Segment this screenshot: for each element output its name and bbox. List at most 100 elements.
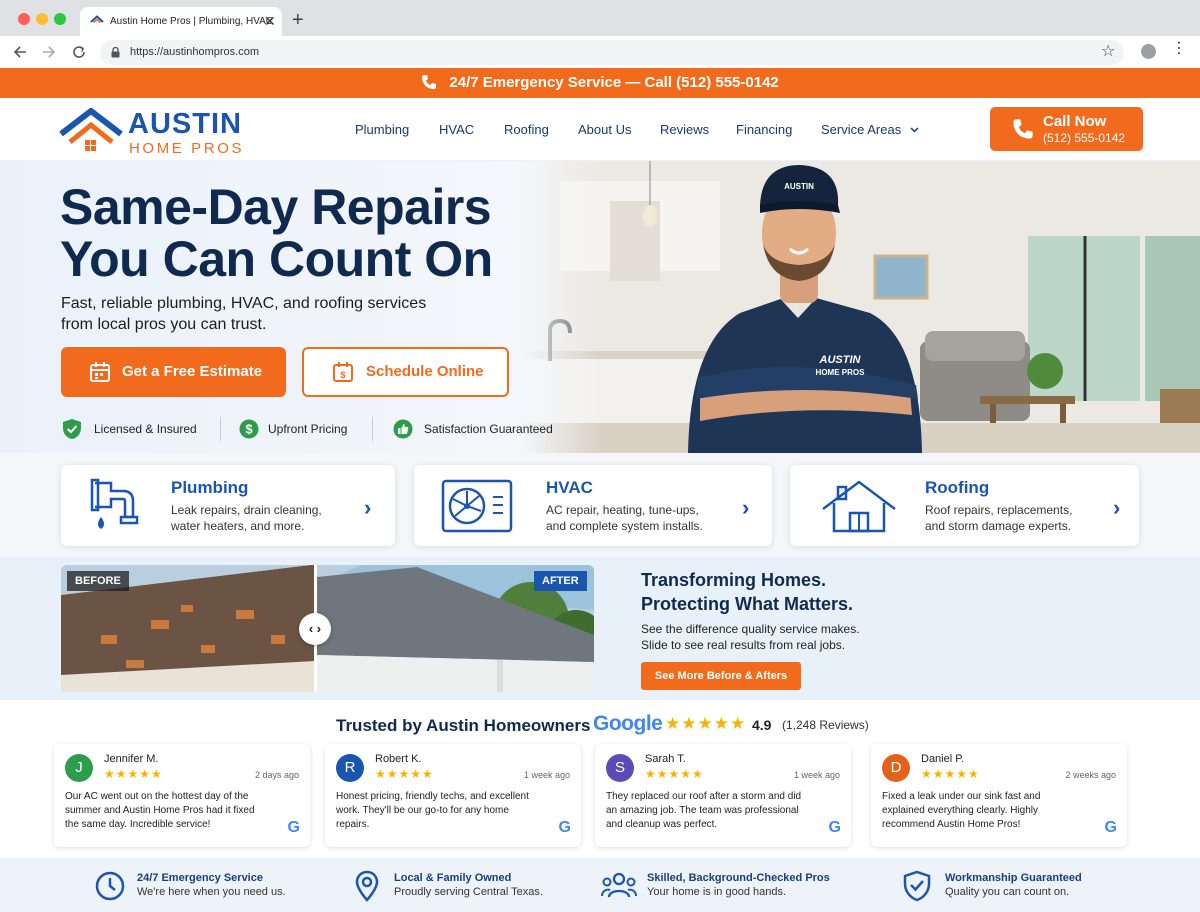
call-now-button[interactable]: Call Now (512) 555-0142 xyxy=(990,107,1143,151)
review-card[interactable]: S Sarah T. ★★★★★ 1 week ago They replace… xyxy=(595,744,851,847)
review-stars: ★★★★★ xyxy=(921,767,980,781)
nav-financing[interactable]: Financing xyxy=(736,122,792,137)
reload-icon[interactable] xyxy=(71,44,87,60)
divider xyxy=(220,417,221,441)
reviewer-name: Jennifer M. xyxy=(104,753,159,765)
close-tab-icon[interactable]: ✕ xyxy=(264,13,276,30)
hero-subtitle: Fast, reliable plumbing, HVAC, and roofi… xyxy=(61,293,426,335)
feature-text: Quality you can count on. xyxy=(945,886,1070,898)
service-desc-roofing: Roof repairs, replacements, and storm dam… xyxy=(925,502,1072,534)
profile-avatar-icon[interactable] xyxy=(1141,44,1156,59)
before-after-text-line-1: See the difference quality service makes… xyxy=(641,622,860,636)
url-field[interactable]: https://austinhompros.com xyxy=(100,40,1124,65)
feature-text: We're here when you need us. xyxy=(137,886,286,898)
hero-title: Same-Day Repairs You Can Count On xyxy=(60,181,493,285)
nav-reviews[interactable]: Reviews xyxy=(660,122,709,137)
before-after-title-line-1: Transforming Homes. xyxy=(641,570,827,590)
review-stars: ★★★★★ xyxy=(375,767,434,781)
cap-logo-text: AUSTIN xyxy=(784,182,814,191)
site-header: AUSTIN HOME PROS Plumbing HVAC Roofing A… xyxy=(0,98,1200,161)
hero-subtitle-line-2: from local pros you can trust. xyxy=(61,316,267,333)
before-label: BEFORE xyxy=(67,571,129,591)
minimize-window-button[interactable] xyxy=(36,13,48,25)
chevron-right-icon: › xyxy=(1113,495,1121,520)
hero-subtitle-line-1: Fast, reliable plumbing, HVAC, and roofi… xyxy=(61,295,427,312)
divider xyxy=(372,417,373,441)
google-g-icon: G xyxy=(1104,819,1117,836)
call-now-label: Call Now xyxy=(1043,113,1107,130)
new-tab-icon[interactable]: + xyxy=(292,9,304,32)
address-bar-row: https://austinhompros.com ☆ ⋯ xyxy=(0,36,1200,68)
feature-local: Local & Family Owned Proudly serving Cent… xyxy=(394,872,543,898)
maximize-window-button[interactable] xyxy=(54,13,66,25)
rating-value: 4.9 xyxy=(752,717,772,733)
before-after-text-line-2: Slide to see real results from real jobs… xyxy=(641,638,846,652)
technician-image: AUSTIN AUSTIN HOME PROS xyxy=(688,165,922,453)
browser-tab[interactable]: Austin Home Pros | Plumbing, HVAC ✕ xyxy=(80,7,282,36)
house-logo-icon xyxy=(59,108,123,151)
feature-title: Skilled, Background-Checked Pros xyxy=(647,872,830,884)
service-card-roofing[interactable]: Roofing Roof repairs, replacements, and s… xyxy=(790,465,1139,546)
service-card-plumbing[interactable]: Plumbing Leak repairs, drain cleaning, wa… xyxy=(61,465,395,546)
slider-handle-icon[interactable]: ‹ › xyxy=(299,613,331,645)
review-text: Fixed a leak under our sink fast and exp… xyxy=(882,791,1041,830)
feature-title: 24/7 Emergency Service xyxy=(137,872,263,884)
svg-text:$: $ xyxy=(340,370,345,380)
reviews-title: Trusted by Austin Homeowners xyxy=(336,716,591,735)
features-strip: 24/7 Emergency Service We're here when yo… xyxy=(0,858,1200,912)
chevron-down-icon xyxy=(910,127,919,133)
hero-title-line-1: Same-Day Repairs xyxy=(60,179,492,235)
shield-check-icon xyxy=(903,870,931,902)
google-g-icon: G xyxy=(287,819,300,836)
browser-menu-icon[interactable]: ⋯ xyxy=(1170,40,1187,56)
avatar: J xyxy=(65,754,93,782)
close-window-button[interactable] xyxy=(18,13,30,25)
service-desc-line: Leak repairs, drain cleaning, xyxy=(171,503,322,517)
nav-service-areas-label: Service Areas xyxy=(821,122,902,137)
review-text: Our AC went out on the hottest day of th… xyxy=(65,791,255,830)
review-card[interactable]: D Daniel P. ★★★★★ 2 weeks ago Fixed a le… xyxy=(871,744,1127,847)
clock-icon xyxy=(95,871,125,901)
service-title-hvac: HVAC xyxy=(546,478,593,497)
service-card-hvac[interactable]: HVAC AC repair, heating, tune-ups, and co… xyxy=(414,465,772,546)
forward-arrow-icon[interactable] xyxy=(42,45,56,59)
review-card[interactable]: J Jennifer M. ★★★★★ 2 days ago Our AC we… xyxy=(54,744,310,847)
schedule-online-button[interactable]: $ Schedule Online xyxy=(302,347,509,397)
hero-section: AUSTIN AUSTIN HOME PROS Same-Day Repairs… xyxy=(0,161,1200,453)
site-favicon-icon xyxy=(90,15,104,24)
review-count: (1,248 Reviews) xyxy=(782,718,869,732)
lock-icon xyxy=(111,47,120,58)
chevron-right-icon: › xyxy=(364,495,372,520)
review-card[interactable]: R Robert K. ★★★★★ 1 week ago Honest pric… xyxy=(325,744,581,847)
shirt-logo-subtext: HOME PROS xyxy=(816,368,866,377)
nav-about-us[interactable]: About Us xyxy=(578,122,631,137)
logo[interactable]: AUSTIN HOME PROS xyxy=(58,106,248,157)
before-after-slider[interactable]: BEFORE AFTER ‹ › xyxy=(61,565,594,692)
see-more-before-afters-button[interactable]: See More Before & Afters xyxy=(641,662,801,690)
nav-roofing[interactable]: Roofing xyxy=(504,122,549,137)
hero-title-line-2: You Can Count On xyxy=(60,231,493,287)
logo-wordmark: AUSTIN xyxy=(128,108,242,140)
feature-title: Workmanship Guaranteed xyxy=(945,872,1082,884)
bookmark-star-icon[interactable]: ☆ xyxy=(1101,41,1115,61)
avatar: R xyxy=(336,754,364,782)
thumbs-up-icon xyxy=(393,419,413,439)
free-estimate-button[interactable]: Get a Free Estimate xyxy=(61,347,286,397)
shirt-logo-text: AUSTIN xyxy=(819,354,862,366)
google-g-icon: G xyxy=(828,819,841,836)
dollar-circle-icon: $ xyxy=(239,419,259,439)
after-label: AFTER xyxy=(534,571,587,591)
nav-plumbing[interactable]: Plumbing xyxy=(355,122,409,137)
before-after-title: Transforming Homes. Protecting What Matt… xyxy=(641,568,853,616)
nav-hvac[interactable]: HVAC xyxy=(439,122,474,137)
logo-tagline: HOME PROS xyxy=(129,140,245,157)
shield-check-icon xyxy=(63,419,81,439)
free-estimate-label: Get a Free Estimate xyxy=(122,363,263,380)
service-desc-line: water heaters, and more. xyxy=(171,519,305,533)
feature-emergency: 24/7 Emergency Service We're here when yo… xyxy=(137,872,286,898)
back-arrow-icon[interactable] xyxy=(13,45,27,59)
emergency-banner[interactable]: 24/7 Emergency Service — Call (512) 555-… xyxy=(0,68,1200,98)
review-stars: ★★★★★ xyxy=(104,767,163,781)
nav-service-areas[interactable]: Service Areas xyxy=(821,122,919,137)
badge-licensed: Licensed & Insured xyxy=(94,422,197,436)
